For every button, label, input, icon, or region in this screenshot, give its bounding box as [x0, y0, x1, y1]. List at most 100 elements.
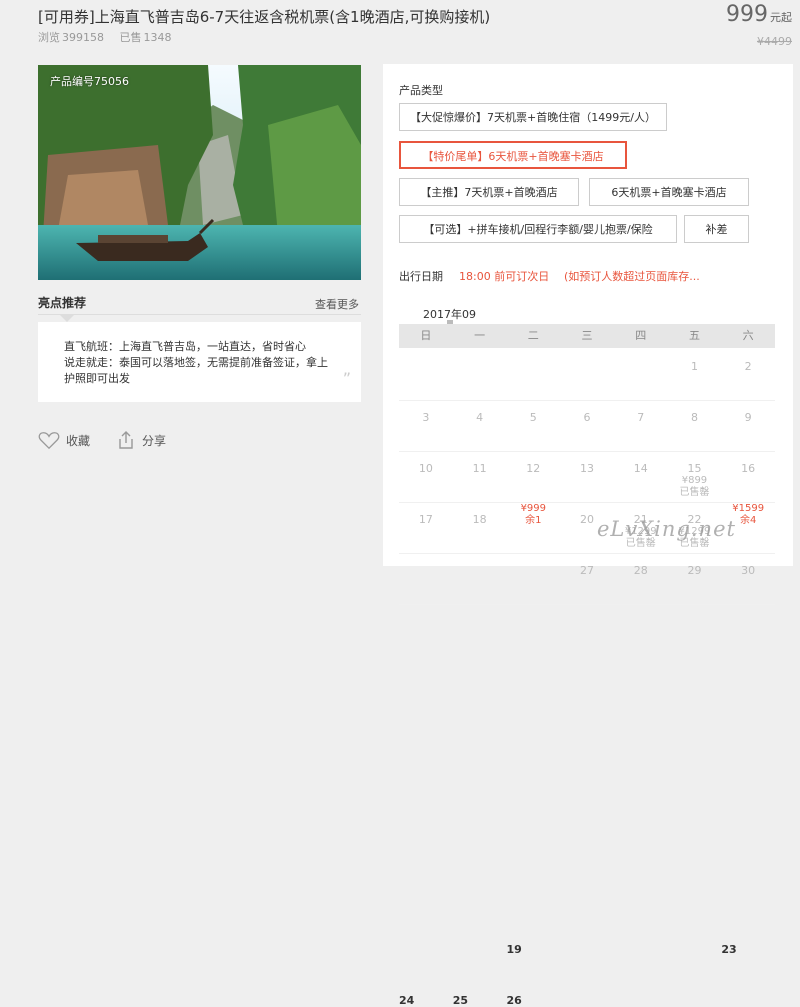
- option-extras[interactable]: 【可选】+拼车接机/回程行李额/婴儿抱票/保险: [399, 215, 677, 243]
- booking-panel: 产品类型 【大促惊爆价】7天机票+首晚住宿（1499元/人） 【特价尾单】6天机…: [383, 64, 793, 1007]
- day-number: 1: [690, 360, 698, 373]
- highlight-line-1: 直飞航班：上海直飞普吉岛，一站直达，省时省心: [64, 340, 306, 353]
- price: 999 元起: [726, 2, 792, 27]
- day-number: 5: [529, 411, 537, 424]
- weekday-2: 二: [527, 329, 539, 342]
- day-number: 3: [422, 411, 430, 424]
- page-title: [可用券]上海直飞普吉岛6-7天往返含税机票(含1晚酒店,可换购接机): [38, 8, 491, 26]
- day-stock: 余1: [525, 515, 542, 526]
- day-number: 7: [637, 411, 645, 424]
- views-count: 399158: [62, 31, 104, 44]
- weekday-5: 五: [688, 329, 700, 342]
- calendar-day: 24: [399, 554, 453, 1007]
- weekday-1: 一: [474, 329, 486, 342]
- calendar-day: 3: [399, 401, 453, 451]
- weekday-header: 日一二三四五六: [399, 324, 775, 348]
- day-number: 6: [583, 411, 591, 424]
- calendar-day: 5: [506, 401, 560, 451]
- day-stock: 已售罄: [679, 487, 710, 498]
- calendar-day: 18: [453, 503, 507, 553]
- option-main[interactable]: 【主推】7天机票+首晚酒店: [399, 178, 579, 206]
- day-number: 17: [418, 513, 433, 526]
- calendar-day: 17: [399, 503, 453, 553]
- calendar-day: 2: [721, 350, 775, 400]
- day-number: 4: [476, 411, 484, 424]
- calendar-day: 25: [453, 554, 507, 1007]
- highlights-more-link[interactable]: 查看更多: [315, 296, 359, 312]
- day-number: 11: [472, 462, 487, 475]
- day-number: 24: [399, 994, 415, 1007]
- day-price: ¥899: [681, 475, 708, 486]
- calendar-day: 11: [453, 452, 507, 502]
- dates-note-inventory: (如预订人数超过页面库存...: [564, 270, 700, 283]
- calendar-day: 13: [560, 452, 614, 502]
- calendar-day: 27: [560, 554, 614, 604]
- price-value: 999: [726, 2, 768, 27]
- dates-note-cutoff: 18:00 前可订次日: [459, 270, 550, 283]
- calendar-day[interactable]: 19 ¥999 余1: [506, 503, 560, 956]
- calendar-week: 3 4 5 6 7 8 9: [399, 401, 775, 452]
- weekday-6: 六: [742, 329, 754, 342]
- calendar-day: 14: [614, 452, 668, 502]
- calendar-empty: [506, 350, 560, 400]
- calendar-day: 28: [614, 554, 668, 604]
- dates-label: 出行日期: [399, 270, 443, 283]
- share-button[interactable]: 分享: [116, 430, 166, 450]
- day-number: 23: [721, 943, 737, 956]
- day-price: ¥1599: [732, 503, 765, 514]
- calendar-day: 12: [506, 452, 560, 502]
- product-type-label: 产品类型: [399, 84, 443, 97]
- day-number: 25: [452, 994, 469, 1007]
- weekday-3: 三: [581, 329, 593, 342]
- calendar-day: 1: [668, 350, 722, 400]
- day-number: 13: [580, 462, 595, 475]
- calendar-day: 10: [399, 452, 453, 502]
- views-label: 浏览: [38, 31, 60, 44]
- option-supplement[interactable]: 补差: [684, 215, 749, 243]
- calendar-day: 7: [614, 401, 668, 451]
- weekday-4: 四: [635, 329, 647, 342]
- calendar-day: 30: [721, 554, 775, 604]
- option-promo[interactable]: 【大促惊爆价】7天机票+首晚住宿（1499元/人）: [399, 103, 667, 131]
- calendar-empty: [614, 350, 668, 400]
- day-number: 10: [418, 462, 433, 475]
- day-number: 9: [744, 411, 752, 424]
- share-icon: [119, 431, 133, 449]
- day-number: 14: [633, 462, 648, 475]
- calendar-day: 15 ¥899 已售罄: [668, 452, 722, 502]
- calendar-day: 8: [668, 401, 722, 451]
- day-number: 12: [526, 462, 541, 475]
- quote-icon: ”: [342, 369, 351, 388]
- highlights-divider: [38, 314, 361, 315]
- option-6day[interactable]: 6天机票+首晚塞卡酒店: [589, 178, 749, 206]
- calendar-empty: [453, 350, 507, 400]
- calendar-day: 16: [721, 452, 775, 502]
- day-number: 16: [741, 462, 756, 475]
- day-number: 19: [506, 943, 522, 956]
- sold-label: 已售: [119, 31, 142, 44]
- calendar-day: 6: [560, 401, 614, 451]
- calendar-week: 24 25 26 27 28 29 30: [399, 554, 775, 1007]
- price-unit: 元起: [770, 11, 792, 24]
- day-number: 8: [690, 411, 698, 424]
- favorite-label: 收藏: [66, 433, 91, 448]
- day-price: ¥999: [520, 503, 547, 514]
- calendar-week: 10 11 12 13 14 15 ¥899 已售罄 16: [399, 452, 775, 503]
- product-photo[interactable]: 产品编号75056: [38, 65, 361, 280]
- heart-icon: [38, 432, 60, 450]
- calendar-empty: [399, 350, 453, 400]
- weekday-0: 日: [420, 329, 432, 342]
- product-code: 产品编号75056: [50, 75, 129, 88]
- highlights-title: 亮点推荐: [38, 296, 87, 310]
- watermark-logo: eLvXing.net: [597, 517, 736, 541]
- day-number: 15: [687, 462, 702, 475]
- original-price: ¥4499: [757, 35, 792, 48]
- favorite-button[interactable]: 收藏: [38, 430, 90, 450]
- day-number: 18: [472, 513, 487, 526]
- product-stats: 浏览 399158 已售 1348: [38, 29, 184, 45]
- calendar-day: 4: [453, 401, 507, 451]
- option-special-selected[interactable]: 【特价尾单】6天机票+首晚塞卡酒店: [399, 141, 627, 169]
- highlights-box: 直飞航班：上海直飞普吉岛，一站直达，省时省心 说走就走：泰国可以落地签，无需提前…: [38, 322, 361, 402]
- calendar-grid: 1 2 3 4 5 6 7 8 9 10 11 12 13 14 15 ¥899 已售罄 16 17 18 19 ¥999…: [399, 350, 775, 1007]
- calendar-empty: [560, 350, 614, 400]
